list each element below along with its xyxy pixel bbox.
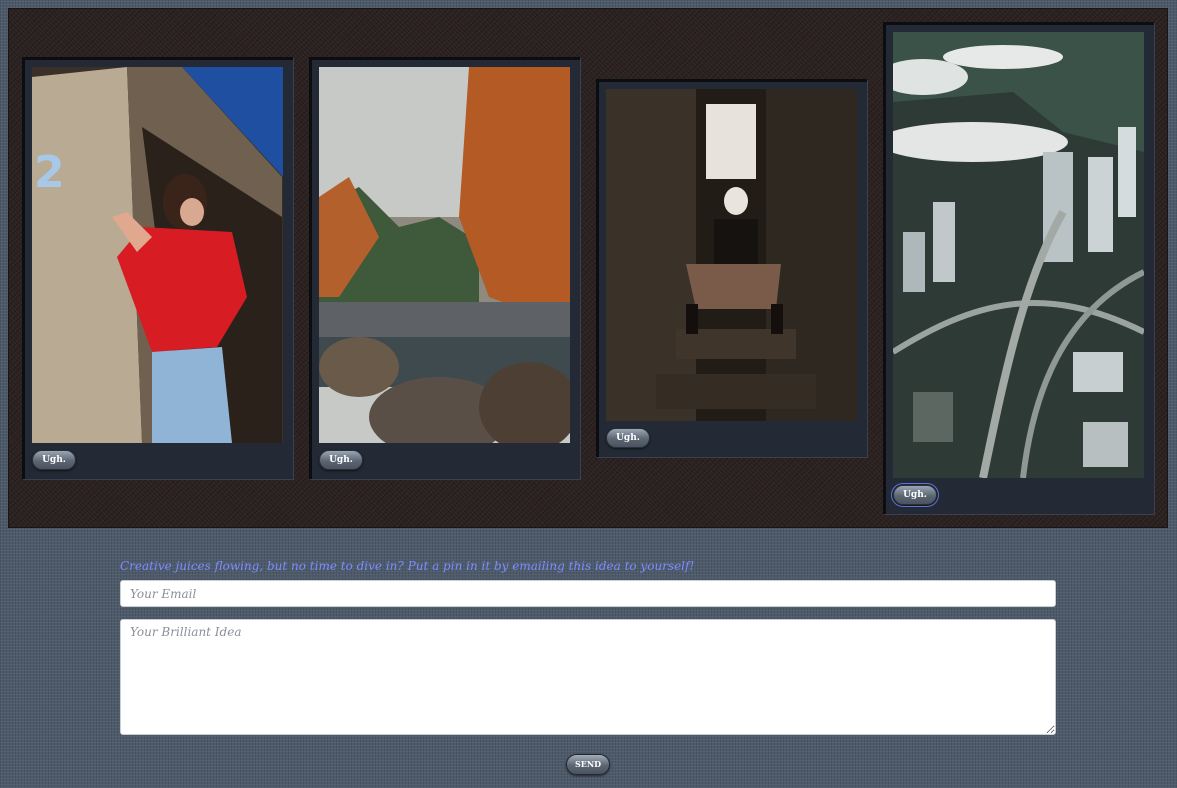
ugh-button[interactable]: Ugh.	[606, 428, 650, 448]
image-card: Ugh.	[596, 79, 867, 457]
email-field[interactable]	[120, 580, 1056, 607]
idea-textarea[interactable]	[120, 619, 1056, 735]
ugh-button[interactable]: Ugh.	[319, 450, 363, 470]
header-title-fragment	[258, 0, 378, 12]
image-board: 2 Ugh. Ugh. Ugh. Ugh.	[8, 8, 1168, 528]
photo-autumn-river	[319, 67, 570, 443]
image-card: 2 Ugh.	[22, 57, 293, 479]
svg-text:2: 2	[34, 147, 65, 198]
idea-form-prompt: Creative juices flowing, but no time to …	[120, 559, 695, 573]
ugh-button[interactable]: Ugh.	[32, 450, 76, 470]
photo-woman-red-top: 2	[32, 67, 283, 443]
photo-aerial-city-highways	[893, 32, 1144, 478]
ugh-button[interactable]: Ugh.	[891, 483, 939, 507]
image-card: Ugh.	[883, 22, 1154, 514]
image-card: Ugh.	[309, 57, 580, 479]
photo-skull-makeup-stairs	[606, 89, 857, 421]
send-button[interactable]: SEND	[566, 754, 610, 775]
